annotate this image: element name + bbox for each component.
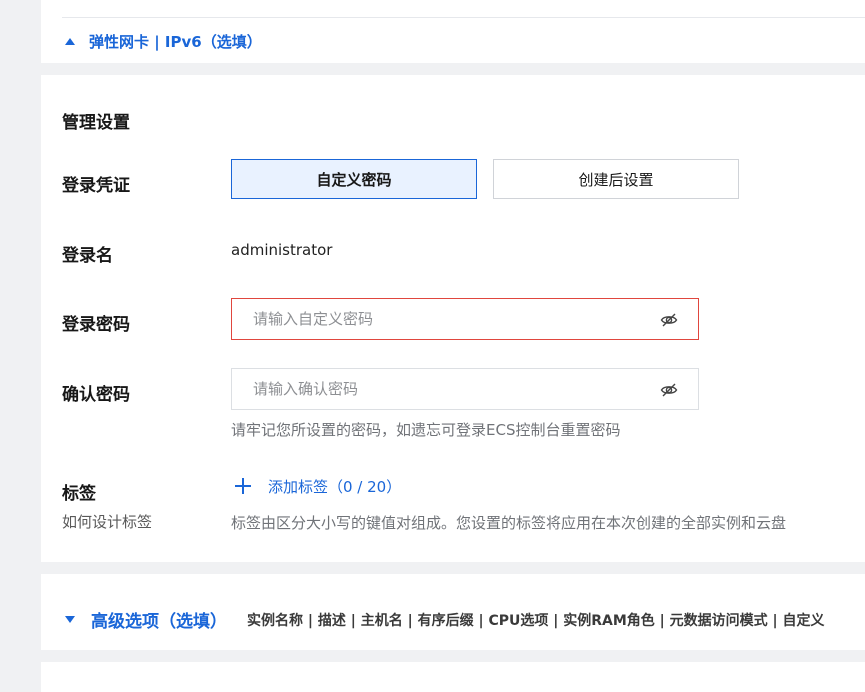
confirm-password-input[interactable]	[232, 379, 645, 399]
network-toggle[interactable]: 弹性网卡 | IPv6（选填）	[65, 31, 262, 52]
triangle-up-icon	[65, 38, 75, 45]
management-card: 管理设置 登录凭证 自定义密码 创建后设置 登录名 administrator …	[41, 75, 865, 562]
confirm-password-label: 确认密码	[62, 385, 130, 405]
add-tag-label: 添加标签（0 / 20）	[268, 477, 402, 496]
eye-off-icon[interactable]	[660, 381, 678, 399]
add-tag-button[interactable]: 添加标签（0 / 20）	[231, 474, 401, 498]
login-password-field	[231, 298, 699, 340]
login-credential-label: 登录凭证	[62, 176, 130, 196]
advanced-toggle[interactable]: 高级选项（选填） 实例名称 | 描述 | 主机名 | 有序后缀 | CPU选项 …	[65, 607, 824, 632]
set-after-create-option[interactable]: 创建后设置	[493, 159, 739, 199]
triangle-down-icon	[65, 616, 75, 623]
tag-hint: 标签由区分大小写的键值对组成。您设置的标签将应用在本次创建的全部实例和云盘	[231, 514, 787, 532]
tag-help-link[interactable]: 如何设计标签	[62, 511, 152, 532]
advanced-description: 实例名称 | 描述 | 主机名 | 有序后缀 | CPU选项 | 实例RAM角色…	[247, 612, 825, 629]
login-password-input[interactable]	[232, 309, 645, 329]
login-name-value: administrator	[231, 241, 333, 259]
advanced-card: 高级选项（选填） 实例名称 | 描述 | 主机名 | 有序后缀 | CPU选项 …	[41, 574, 865, 650]
network-toggle-label: 弹性网卡 | IPv6（选填）	[89, 33, 262, 51]
eye-off-icon[interactable]	[660, 311, 678, 329]
login-name-label: 登录名	[62, 246, 113, 266]
divider	[62, 17, 865, 18]
tags-label: 标签	[62, 484, 96, 504]
plus-icon	[231, 474, 255, 498]
custom-password-option[interactable]: 自定义密码	[231, 159, 477, 199]
confirm-password-field	[231, 368, 699, 410]
next-card	[41, 662, 865, 692]
network-card: 弹性网卡 | IPv6（选填）	[41, 0, 865, 63]
login-password-label: 登录密码	[62, 315, 130, 335]
section-title: 管理设置	[62, 113, 130, 133]
password-hint: 请牢记您所设置的密码，如遗忘可登录ECS控制台重置密码	[231, 421, 621, 439]
advanced-title: 高级选项（选填）	[91, 612, 227, 632]
